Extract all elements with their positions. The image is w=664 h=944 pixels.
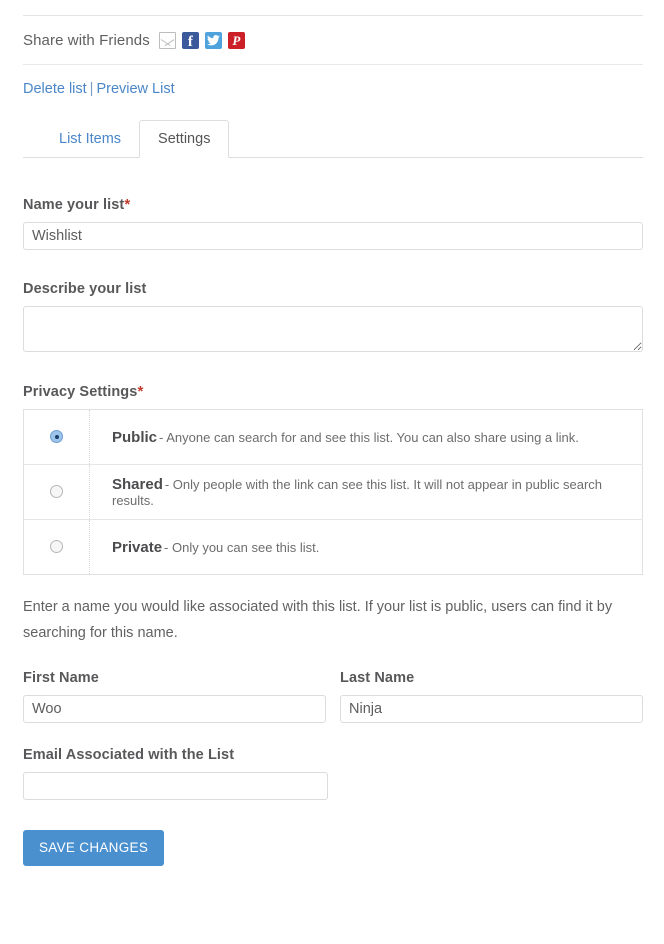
share-with-friends-row: Share with Friends f P bbox=[23, 28, 245, 52]
privacy-radio-cell-public[interactable] bbox=[24, 410, 90, 465]
name-your-list-text: Name your list bbox=[23, 197, 124, 213]
name-your-list-label: Name your list* bbox=[23, 196, 643, 213]
privacy-required-asterisk: * bbox=[137, 383, 143, 400]
pinterest-glyph: P bbox=[228, 32, 245, 49]
privacy-radio-private[interactable] bbox=[50, 540, 63, 553]
privacy-radio-shared[interactable] bbox=[50, 485, 63, 498]
list-description-textarea[interactable] bbox=[23, 306, 643, 352]
email-input[interactable] bbox=[23, 772, 328, 800]
link-separator: | bbox=[90, 81, 94, 97]
privacy-text-cell-public: Public- Anyone can search for and see th… bbox=[90, 410, 643, 465]
privacy-option-name-shared: Shared bbox=[112, 476, 163, 493]
email-label: Email Associated with the List bbox=[23, 747, 328, 763]
twitter-bird-glyph bbox=[207, 35, 220, 46]
privacy-option-desc-shared: - Only people with the link can see this… bbox=[112, 477, 602, 508]
privacy-option-name-private: Private bbox=[112, 539, 162, 556]
settings-tab-bar: List Items Settings bbox=[23, 122, 643, 158]
email-icon[interactable] bbox=[159, 32, 176, 49]
first-name-input[interactable] bbox=[23, 695, 326, 723]
twitter-icon[interactable] bbox=[205, 32, 222, 49]
facebook-glyph: f bbox=[188, 35, 194, 49]
privacy-radio-cell-private[interactable] bbox=[24, 520, 90, 575]
name-help-text: Enter a name you would like associated w… bbox=[23, 594, 643, 646]
preview-list-link[interactable]: Preview List bbox=[96, 81, 174, 97]
share-divider bbox=[23, 64, 643, 65]
privacy-text-cell-shared: Shared- Only people with the link can se… bbox=[90, 465, 643, 520]
privacy-settings-label: Privacy Settings* bbox=[23, 383, 643, 400]
last-name-input[interactable] bbox=[340, 695, 643, 723]
tab-settings[interactable]: Settings bbox=[139, 120, 229, 159]
delete-list-link[interactable]: Delete list bbox=[23, 81, 87, 97]
email-group: Email Associated with the List bbox=[23, 747, 328, 800]
privacy-radio-cell-shared[interactable] bbox=[24, 465, 90, 520]
privacy-option-desc-public: - Anyone can search for and see this lis… bbox=[159, 430, 579, 445]
name-fields-row: First Name Last Name bbox=[23, 670, 643, 723]
table-row[interactable]: Private- Only you can see this list. bbox=[24, 520, 643, 575]
top-divider bbox=[23, 15, 643, 16]
first-name-group: First Name bbox=[23, 670, 326, 723]
list-settings-form: Name your list* Describe your list Priva… bbox=[23, 196, 643, 866]
share-icon-group: f P bbox=[159, 32, 245, 49]
last-name-label: Last Name bbox=[340, 670, 643, 686]
privacy-radio-public[interactable] bbox=[50, 430, 63, 443]
list-settings-page: Share with Friends f P Delete list|Previ… bbox=[0, 0, 664, 944]
last-name-group: Last Name bbox=[340, 670, 643, 723]
table-row[interactable]: Shared- Only people with the link can se… bbox=[24, 465, 643, 520]
privacy-option-desc-private: - Only you can see this list. bbox=[164, 540, 319, 555]
describe-your-list-label: Describe your list bbox=[23, 281, 643, 297]
share-label: Share with Friends bbox=[23, 32, 150, 49]
privacy-settings-text: Privacy Settings bbox=[23, 384, 137, 400]
table-row[interactable]: Public- Anyone can search for and see th… bbox=[24, 410, 643, 465]
tab-list-items[interactable]: List Items bbox=[41, 121, 139, 158]
save-changes-button[interactable]: SAVE CHANGES bbox=[23, 830, 164, 866]
privacy-options-table: Public- Anyone can search for and see th… bbox=[23, 409, 643, 575]
name-required-asterisk: * bbox=[124, 196, 130, 213]
facebook-icon[interactable]: f bbox=[182, 32, 199, 49]
privacy-text-cell-private: Private- Only you can see this list. bbox=[90, 520, 643, 575]
list-action-links: Delete list|Preview List bbox=[23, 81, 175, 97]
list-name-input[interactable] bbox=[23, 222, 643, 250]
pinterest-icon[interactable]: P bbox=[228, 32, 245, 49]
privacy-option-name-public: Public bbox=[112, 429, 157, 446]
first-name-label: First Name bbox=[23, 670, 326, 686]
